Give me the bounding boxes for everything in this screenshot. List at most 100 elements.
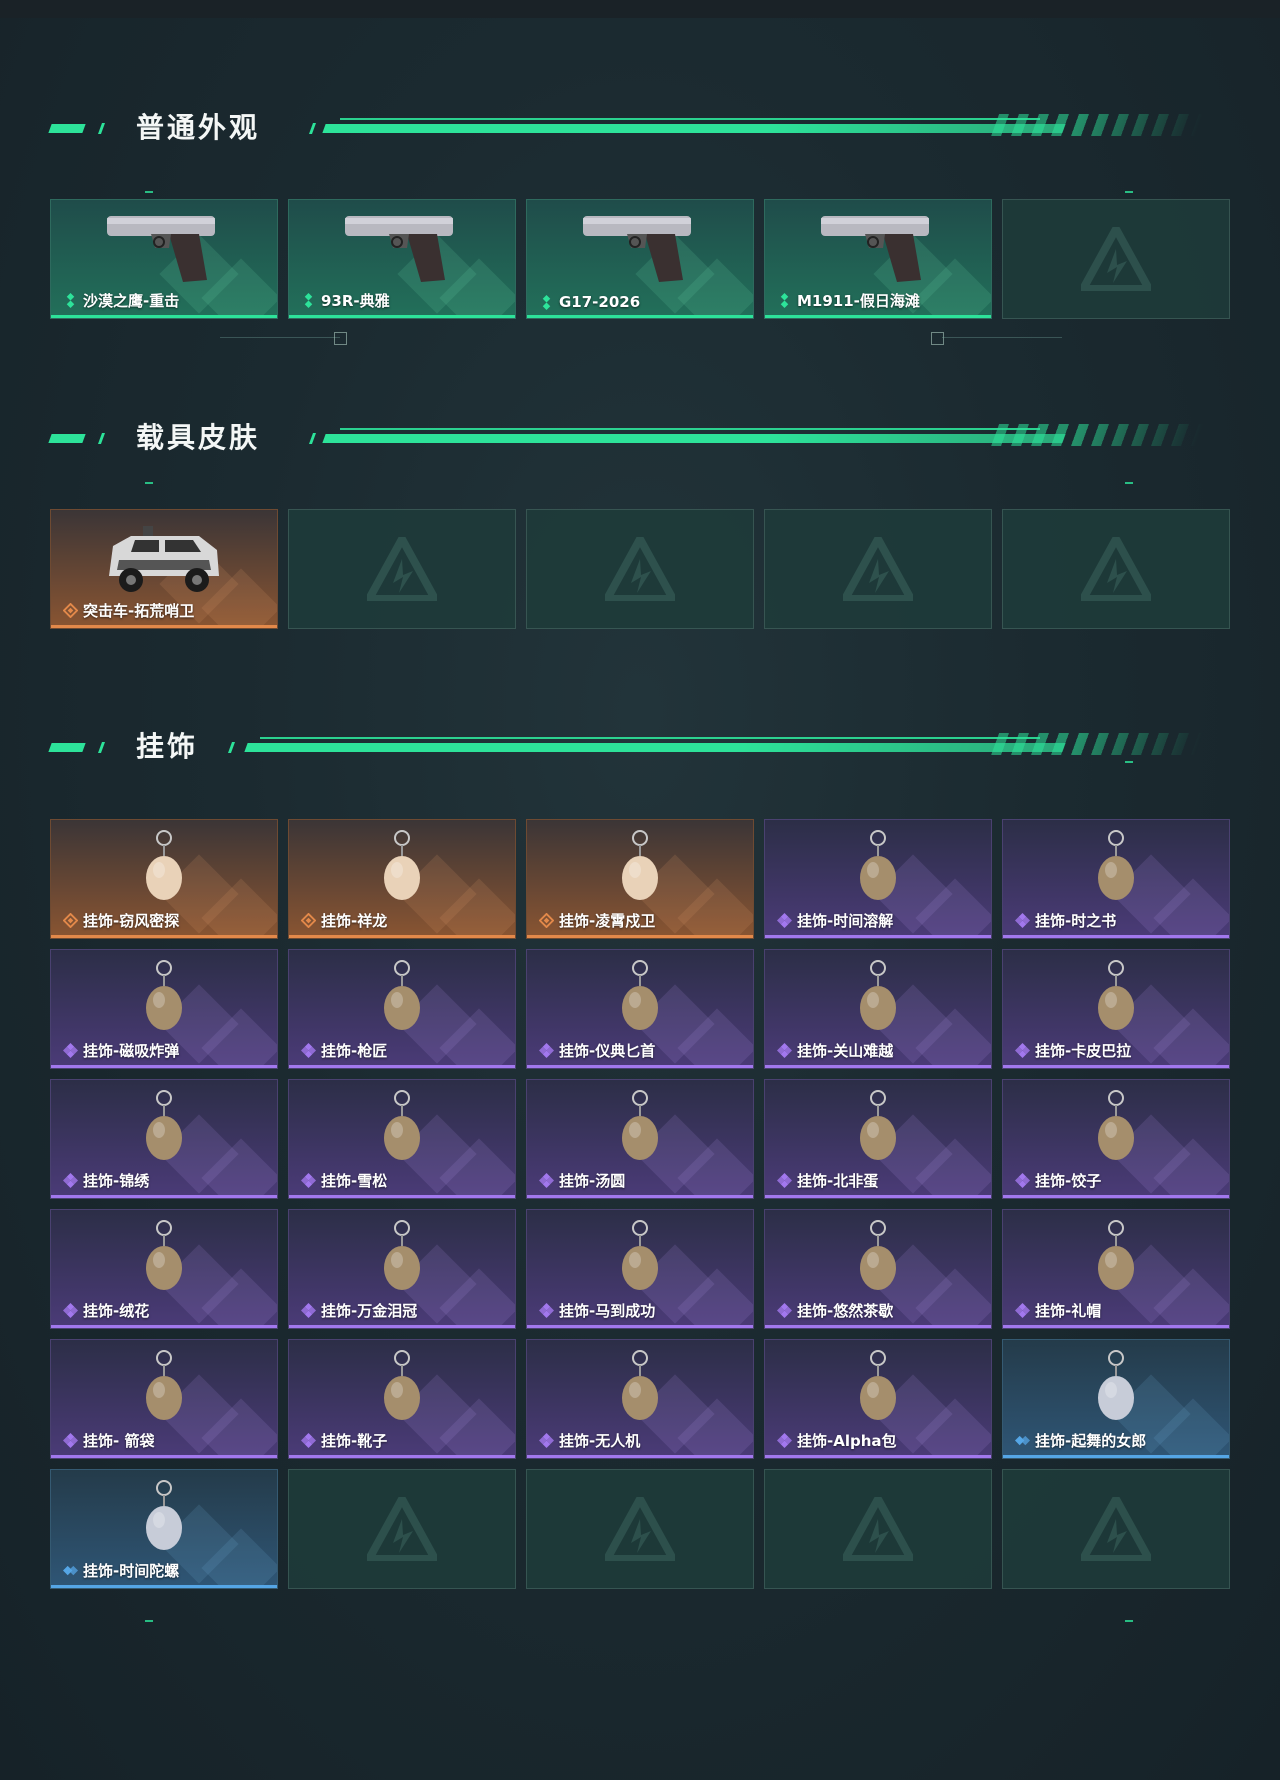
purple-rarity-icon: [301, 1173, 316, 1188]
deco-tick: [145, 1620, 153, 1622]
empty-slot: [1002, 509, 1230, 629]
item-name: 挂饰-磁吸炸弹: [83, 1042, 180, 1060]
rarity-underline: [1003, 1195, 1229, 1198]
item-label: 挂饰-卡皮巴拉: [1015, 1040, 1131, 1061]
item-name: 挂饰-时之书: [1035, 912, 1117, 930]
item-card[interactable]: 挂饰-绒花: [50, 1209, 278, 1329]
item-card[interactable]: 突击车-拓荒哨卫: [50, 509, 278, 629]
item-card[interactable]: 挂饰-祥龙: [288, 819, 516, 939]
item-card[interactable]: 挂饰-时间陀螺: [50, 1469, 278, 1589]
item-name: 挂饰-枪匠: [321, 1042, 388, 1060]
charm-icon: [860, 1350, 896, 1420]
placeholder-logo-icon: [1081, 537, 1151, 601]
item-card[interactable]: 挂饰-卡皮巴拉: [1002, 949, 1230, 1069]
charm-icon: [384, 1220, 420, 1290]
rarity-underline: [1003, 1325, 1229, 1328]
item-label: 沙漠之鹰-重击: [63, 290, 179, 311]
item-label: 挂饰-礼帽: [1015, 1300, 1101, 1321]
purple-rarity-icon: [301, 1043, 316, 1058]
top-bar: [0, 0, 1280, 18]
purple-rarity-icon: [777, 1173, 792, 1188]
item-name: 挂饰-卡皮巴拉: [1035, 1042, 1132, 1060]
item-name: 挂饰-万金泪冠: [321, 1302, 418, 1320]
item-card[interactable]: 挂饰-汤圆: [526, 1079, 754, 1199]
rarity-underline: [289, 315, 515, 318]
green-rarity-icon: [542, 294, 551, 310]
item-label: 挂饰- 箭袋: [63, 1430, 154, 1451]
item-name: 挂饰-汤圆: [559, 1172, 626, 1190]
placeholder-logo-icon: [367, 1497, 437, 1561]
item-label: 突击车-拓荒哨卫: [63, 600, 194, 621]
charm-icon: [384, 1090, 420, 1160]
item-name: 挂饰-锦绣: [83, 1172, 150, 1190]
item-card[interactable]: 挂饰-北非蛋: [764, 1079, 992, 1199]
rarity-underline: [527, 1455, 753, 1458]
item-name: 挂饰-靴子: [321, 1432, 388, 1450]
item-card[interactable]: 挂饰-枪匠: [288, 949, 516, 1069]
item-card[interactable]: 挂饰-时之书: [1002, 819, 1230, 939]
rarity-underline: [289, 1065, 515, 1068]
item-card[interactable]: 挂饰-起舞的女郎: [1002, 1339, 1230, 1459]
item-name: 挂饰-马到成功: [559, 1302, 656, 1320]
header-accent-bar: [48, 434, 86, 443]
rarity-underline: [51, 315, 277, 318]
item-card[interactable]: 挂饰-凌霄戍卫: [526, 819, 754, 939]
item-name: 挂饰-祥龙: [321, 912, 388, 930]
item-name: 93R-典雅: [321, 292, 390, 310]
item-card[interactable]: 挂饰-仪典匕首: [526, 949, 754, 1069]
header-thin-line: [260, 737, 1040, 739]
charm-icon: [146, 830, 182, 900]
item-card[interactable]: 沙漠之鹰-重击: [50, 199, 278, 319]
item-card[interactable]: M1911-假日海滩: [764, 199, 992, 319]
empty-slot: [526, 509, 754, 629]
item-card[interactable]: G17-2026: [526, 199, 754, 319]
placeholder-logo-icon: [605, 1497, 675, 1561]
empty-slot: [1002, 1469, 1230, 1589]
inventory-page: 普通外观 沙漠之鹰-重击 93R-典雅 G17-2026 M1911-假日海滩 载具皮…: [0, 0, 1280, 1780]
item-card[interactable]: 挂饰-时间溶解: [764, 819, 992, 939]
item-card[interactable]: 挂饰-磁吸炸弹: [50, 949, 278, 1069]
m1911-pistol-icon: [821, 216, 929, 282]
item-card[interactable]: 挂饰-窃风密探: [50, 819, 278, 939]
item-name: 挂饰-关山难越: [797, 1042, 894, 1060]
purple-rarity-icon: [539, 1043, 554, 1058]
rarity-underline: [765, 935, 991, 938]
purple-rarity-icon: [777, 1303, 792, 1318]
rarity-underline: [51, 1195, 277, 1198]
item-name: 沙漠之鹰-重击: [83, 292, 180, 310]
item-card[interactable]: 挂饰-饺子: [1002, 1079, 1230, 1199]
item-card[interactable]: 挂饰-悠然茶歇: [764, 1209, 992, 1329]
empty-slot: [288, 509, 516, 629]
green-rarity-icon: [780, 293, 789, 308]
item-card[interactable]: 挂饰-锦绣: [50, 1079, 278, 1199]
purple-rarity-icon: [1015, 1303, 1030, 1318]
item-label: 挂饰-关山难越: [777, 1040, 893, 1061]
purple-rarity-icon: [63, 1303, 78, 1318]
rarity-underline: [1003, 935, 1229, 938]
charm-icon: [1098, 1090, 1134, 1160]
charm-icon: [146, 1480, 182, 1550]
item-card[interactable]: 挂饰-万金泪冠: [288, 1209, 516, 1329]
item-card[interactable]: 93R-典雅: [288, 199, 516, 319]
header-line-tick: [308, 433, 317, 444]
item-card[interactable]: 挂饰-靴子: [288, 1339, 516, 1459]
item-label: 挂饰-时间溶解: [777, 910, 893, 931]
header-checker: [990, 733, 1205, 755]
item-name: 挂饰- 箭袋: [83, 1432, 155, 1450]
green-rarity-icon: [66, 293, 75, 308]
item-card[interactable]: 挂饰-马到成功: [526, 1209, 754, 1329]
deco-tick: [1125, 482, 1133, 484]
rarity-underline: [1003, 1455, 1229, 1458]
item-card[interactable]: 挂饰-雪松: [288, 1079, 516, 1199]
93r-pistol-icon: [345, 216, 453, 282]
item-card[interactable]: 挂饰-礼帽: [1002, 1209, 1230, 1329]
item-label: 挂饰-饺子: [1015, 1170, 1101, 1191]
item-card[interactable]: 挂饰-关山难越: [764, 949, 992, 1069]
placeholder-logo-icon: [367, 537, 437, 601]
charm-icon: [622, 960, 658, 1030]
rarity-underline: [289, 1195, 515, 1198]
item-card[interactable]: 挂饰-无人机: [526, 1339, 754, 1459]
placeholder-logo-icon: [843, 537, 913, 601]
item-card[interactable]: 挂饰- 箭袋: [50, 1339, 278, 1459]
item-card[interactable]: 挂饰-Alpha包: [764, 1339, 992, 1459]
